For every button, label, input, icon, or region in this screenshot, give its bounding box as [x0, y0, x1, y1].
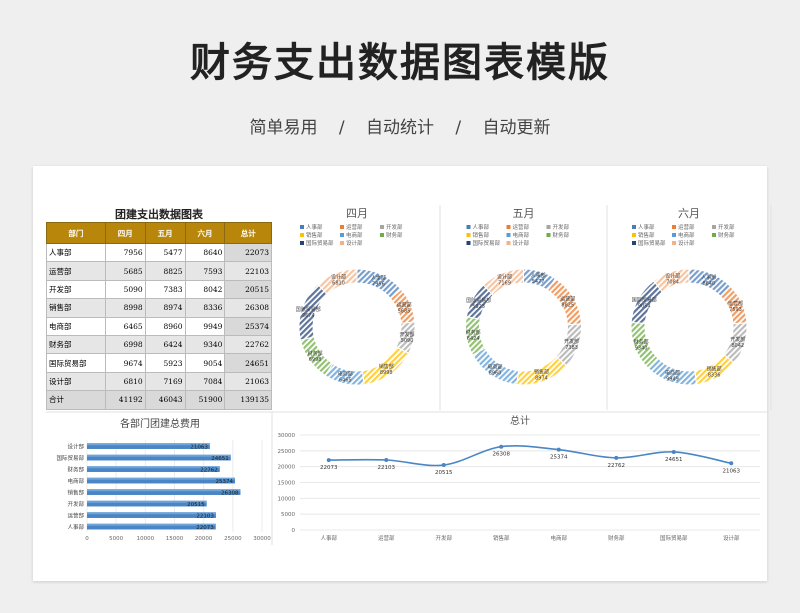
data-point	[384, 458, 389, 463]
data-label: 24651	[665, 457, 683, 463]
y-tick-label: 0	[292, 528, 296, 534]
data-label: 20515	[435, 470, 453, 476]
data-label: 22103	[378, 465, 396, 471]
x-tick-label: 设计部	[723, 534, 740, 542]
x-tick-label: 开发部	[435, 534, 452, 542]
data-point	[326, 458, 331, 463]
data-point	[614, 455, 619, 460]
x-tick-label: 运营部	[378, 534, 395, 542]
x-tick-label: 销售部	[493, 534, 510, 542]
y-tick-label: 30000	[278, 433, 296, 439]
line-chart-group: 总计 0 5000 10000 15000 20000 25000 30000 22073 人事部…	[278, 414, 760, 542]
data-label: 26308	[493, 452, 511, 458]
data-label: 21063	[723, 468, 741, 474]
data-label: 22073	[320, 465, 338, 471]
data-point	[499, 444, 504, 449]
y-tick-label: 15000	[278, 481, 296, 487]
data-point	[671, 449, 676, 454]
data-point	[729, 461, 734, 466]
chart-title: 总计	[510, 414, 530, 427]
y-tick-label: 20000	[278, 465, 296, 471]
data-label: 22762	[608, 463, 626, 469]
x-tick-label: 电商部	[550, 534, 567, 542]
line-chart: 总计 0 5000 10000 15000 20000 25000 30000 22073 人事部…	[278, 414, 760, 542]
x-tick-label: 人事部	[320, 534, 337, 542]
x-tick-label: 国际贸易部	[660, 534, 688, 542]
data-label: 25374	[550, 455, 568, 461]
data-point	[556, 447, 561, 452]
data-point	[441, 463, 446, 468]
x-tick-label: 财务部	[608, 534, 625, 542]
y-tick-label: 10000	[278, 496, 296, 502]
y-tick-label: 25000	[278, 449, 296, 455]
y-tick-label: 5000	[281, 512, 295, 518]
